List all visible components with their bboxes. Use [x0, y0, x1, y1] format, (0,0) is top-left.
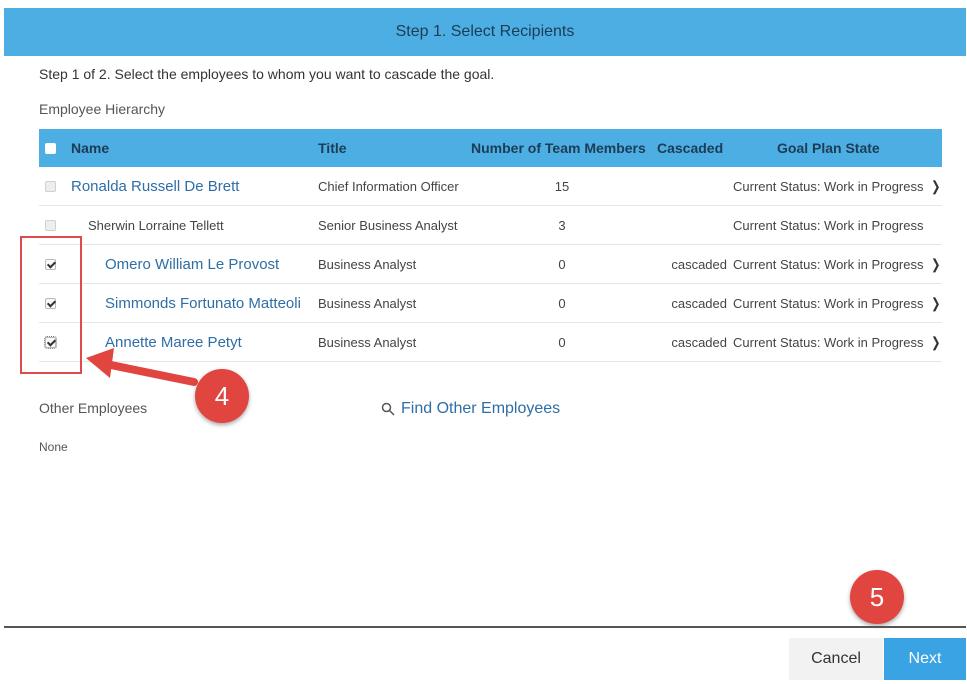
cascaded-status	[657, 167, 727, 205]
table-row: Omero William Le Provost Business Analys…	[39, 245, 942, 284]
other-employees-none: None	[39, 440, 68, 454]
team-member-count: 0	[558, 256, 566, 272]
cancel-button[interactable]: Cancel	[789, 638, 883, 680]
employee-title: Senior Business Analyst	[318, 217, 458, 233]
employee-title: Business Analyst	[318, 256, 417, 272]
team-member-count: 15	[554, 178, 570, 194]
employee-title: Business Analyst	[318, 334, 417, 350]
other-employees-label: Other Employees	[39, 400, 148, 416]
cascaded-status: cascaded	[671, 334, 727, 350]
goal-plan-state: Current Status: Work in Progress	[733, 206, 924, 244]
employee-name-link[interactable]: Omero William Le Provost	[105, 256, 279, 273]
goal-plan-state[interactable]: Current Status: Work in Progress ❯	[733, 323, 941, 361]
team-member-count: 0	[558, 295, 566, 311]
annotation-arrow	[86, 348, 198, 386]
find-other-employees-text: Find Other Employees	[401, 400, 561, 417]
cascaded-status: cascaded	[671, 256, 727, 272]
employee-title: Chief Information Officer	[318, 178, 459, 194]
table-row: Simmonds Fortunato Matteoli Business Ana…	[39, 284, 942, 323]
column-header-title[interactable]: Title	[318, 129, 347, 167]
employee-name-link[interactable]: Simmonds Fortunato Matteoli	[105, 295, 301, 312]
column-header-name[interactable]: Name	[71, 129, 109, 167]
footer-divider	[4, 626, 966, 628]
chevron-right-icon[interactable]: ❯	[931, 334, 940, 351]
cascaded-status	[657, 206, 727, 244]
goal-plan-state-text: Current Status: Work in Progress	[733, 217, 924, 233]
step-badge-5: 5	[850, 570, 904, 624]
column-header-goal-plan-state[interactable]: Goal Plan State	[777, 129, 880, 167]
row-checkbox[interactable]	[45, 180, 56, 192]
team-member-count: 3	[558, 217, 566, 233]
table-row: Sherwin Lorraine Tellett Senior Business…	[39, 206, 942, 245]
employee-title: Business Analyst	[318, 295, 417, 311]
select-all-cell	[45, 129, 61, 167]
select-all-checkbox[interactable]	[45, 142, 56, 154]
column-header-cascaded[interactable]: Cascaded	[657, 129, 723, 167]
goal-plan-state-text: Current Status: Work in Progress	[733, 295, 924, 311]
chevron-right-icon[interactable]: ❯	[931, 256, 940, 273]
table-header-row: Name Title Number of Team Members Cascad…	[39, 129, 942, 167]
column-header-team-members[interactable]: Number of Team Members	[471, 129, 646, 167]
cascaded-status: cascaded	[671, 295, 727, 311]
row-checkbox[interactable]	[45, 219, 56, 231]
table-row: Ronalda Russell De Brett Chief Informati…	[39, 167, 942, 206]
find-other-employees-link[interactable]: Find Other Employees	[381, 400, 560, 418]
employee-name: Sherwin Lorraine Tellett	[88, 217, 224, 233]
team-member-count: 0	[558, 334, 566, 350]
goal-plan-state[interactable]: Current Status: Work in Progress ❯	[733, 167, 941, 205]
employee-hierarchy-label: Employee Hierarchy	[39, 101, 166, 117]
goal-plan-state[interactable]: Current Status: Work in Progress ❯	[733, 284, 941, 322]
next-button[interactable]: Next	[884, 638, 966, 680]
goal-plan-state-text: Current Status: Work in Progress	[733, 334, 924, 350]
goal-plan-state-text: Current Status: Work in Progress	[733, 256, 924, 272]
instruction-text: Step 1 of 2. Select the employees to who…	[39, 66, 495, 82]
employee-name-link[interactable]: Ronalda Russell De Brett	[71, 178, 239, 195]
dialog-header: Step 1. Select Recipients	[4, 8, 966, 56]
goal-plan-state-text: Current Status: Work in Progress	[733, 178, 924, 194]
dialog-title: Step 1. Select Recipients	[395, 23, 575, 40]
chevron-right-icon[interactable]: ❯	[931, 178, 940, 195]
step-badge-4: 4	[195, 369, 249, 423]
goal-plan-state[interactable]: Current Status: Work in Progress ❯	[733, 245, 941, 283]
checkbox-highlight-box	[20, 236, 82, 374]
search-icon	[381, 402, 395, 416]
employee-table: Name Title Number of Team Members Cascad…	[39, 129, 942, 362]
chevron-right-icon[interactable]: ❯	[931, 295, 940, 312]
